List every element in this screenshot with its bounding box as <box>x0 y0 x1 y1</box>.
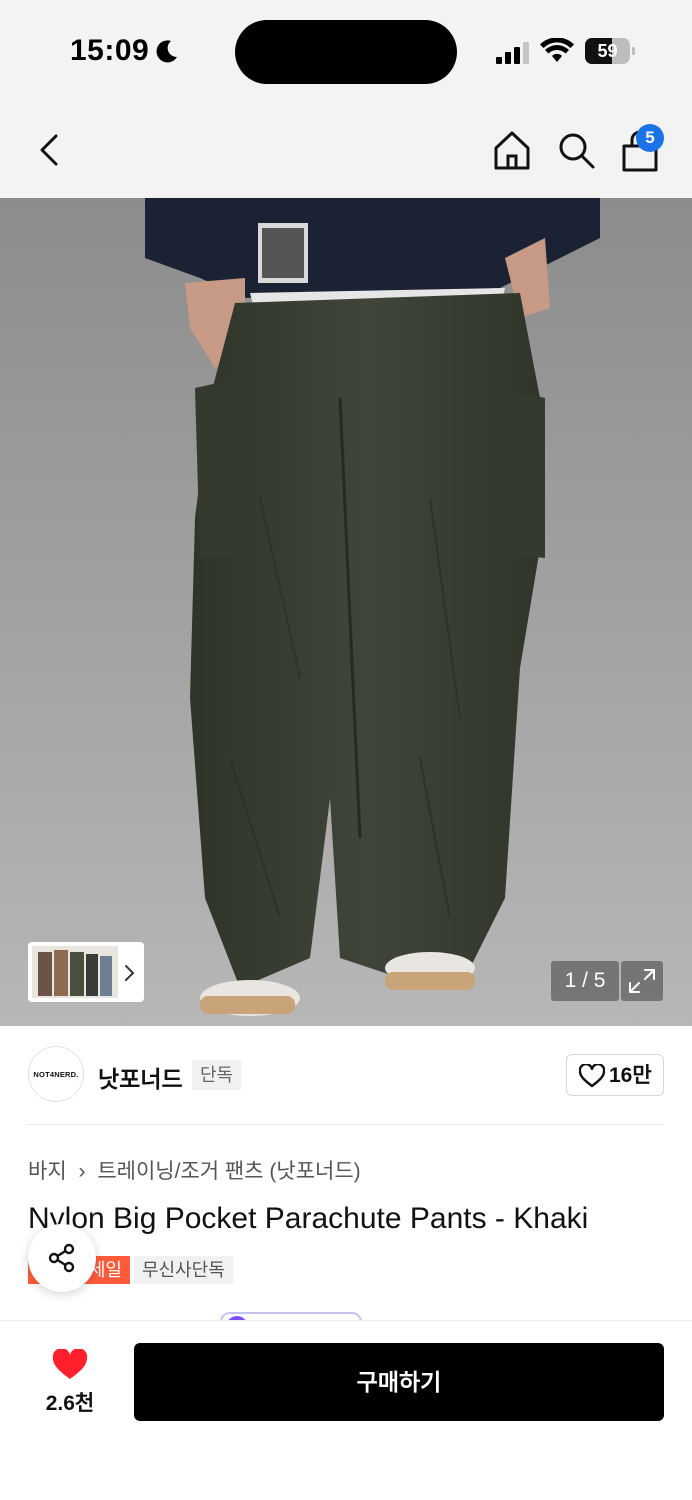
status-time: 15:09 <box>70 34 150 67</box>
brand-row: NOT4NERD. 낫포너드 단독 16만 <box>0 1026 692 1126</box>
brand-like-button[interactable]: 16만 <box>566 1054 664 1096</box>
signal-icon <box>496 42 529 64</box>
home-icon[interactable] <box>490 128 534 172</box>
chevron-right-icon: › <box>78 1160 86 1183</box>
musinsa-exclusive-tag: 무신사단독 <box>134 1256 233 1284</box>
divider <box>28 1124 664 1125</box>
share-button[interactable] <box>28 1224 96 1292</box>
brand-logo[interactable]: NOT4NERD. <box>28 1046 84 1102</box>
brand-like-count: 16만 <box>609 1064 652 1087</box>
breadcrumb-item-category[interactable]: 바지 <box>28 1160 67 1183</box>
cart-badge: 5 <box>636 124 664 152</box>
nav-bar <box>0 100 692 198</box>
chevron-right-icon[interactable] <box>120 962 138 984</box>
bottom-action-bar: 2.6천 구매하기 <box>0 1320 692 1500</box>
brand-name[interactable]: 낫포너드 <box>98 1060 183 1094</box>
wifi-icon <box>540 38 574 62</box>
status-bar: 15:09 59 <box>0 0 692 100</box>
product-title: Nylon Big Pocket Parachute Pants - Khaki <box>28 1202 589 1235</box>
product-image[interactable] <box>0 198 692 1026</box>
heart-outline-icon <box>579 1064 605 1088</box>
breadcrumb: 바지 › 트레이닝/조거 팬츠 (낫포너드) <box>28 1155 361 1185</box>
battery-level: 59 <box>597 41 618 61</box>
moon-icon <box>156 40 177 63</box>
thumbnail-image <box>32 946 118 998</box>
search-icon[interactable] <box>554 128 598 172</box>
dynamic-island <box>235 20 457 84</box>
expand-button[interactable] <box>621 961 663 1001</box>
buy-button[interactable]: 구매하기 <box>134 1343 664 1421</box>
heart-filled-icon[interactable] <box>52 1349 88 1381</box>
breadcrumb-item-subcategory[interactable]: 트레이닝/조거 팬츠 (낫포너드) <box>97 1160 360 1183</box>
battery-icon: 59 <box>585 38 635 64</box>
back-icon[interactable] <box>30 130 70 170</box>
expand-icon <box>629 969 655 993</box>
share-icon <box>48 1243 75 1273</box>
wish-count: 2.6천 <box>45 1392 95 1415</box>
product-photo <box>0 198 692 1026</box>
exclusive-badge: 단독 <box>192 1060 242 1090</box>
page-indicator: 1 / 5 <box>551 961 619 1001</box>
